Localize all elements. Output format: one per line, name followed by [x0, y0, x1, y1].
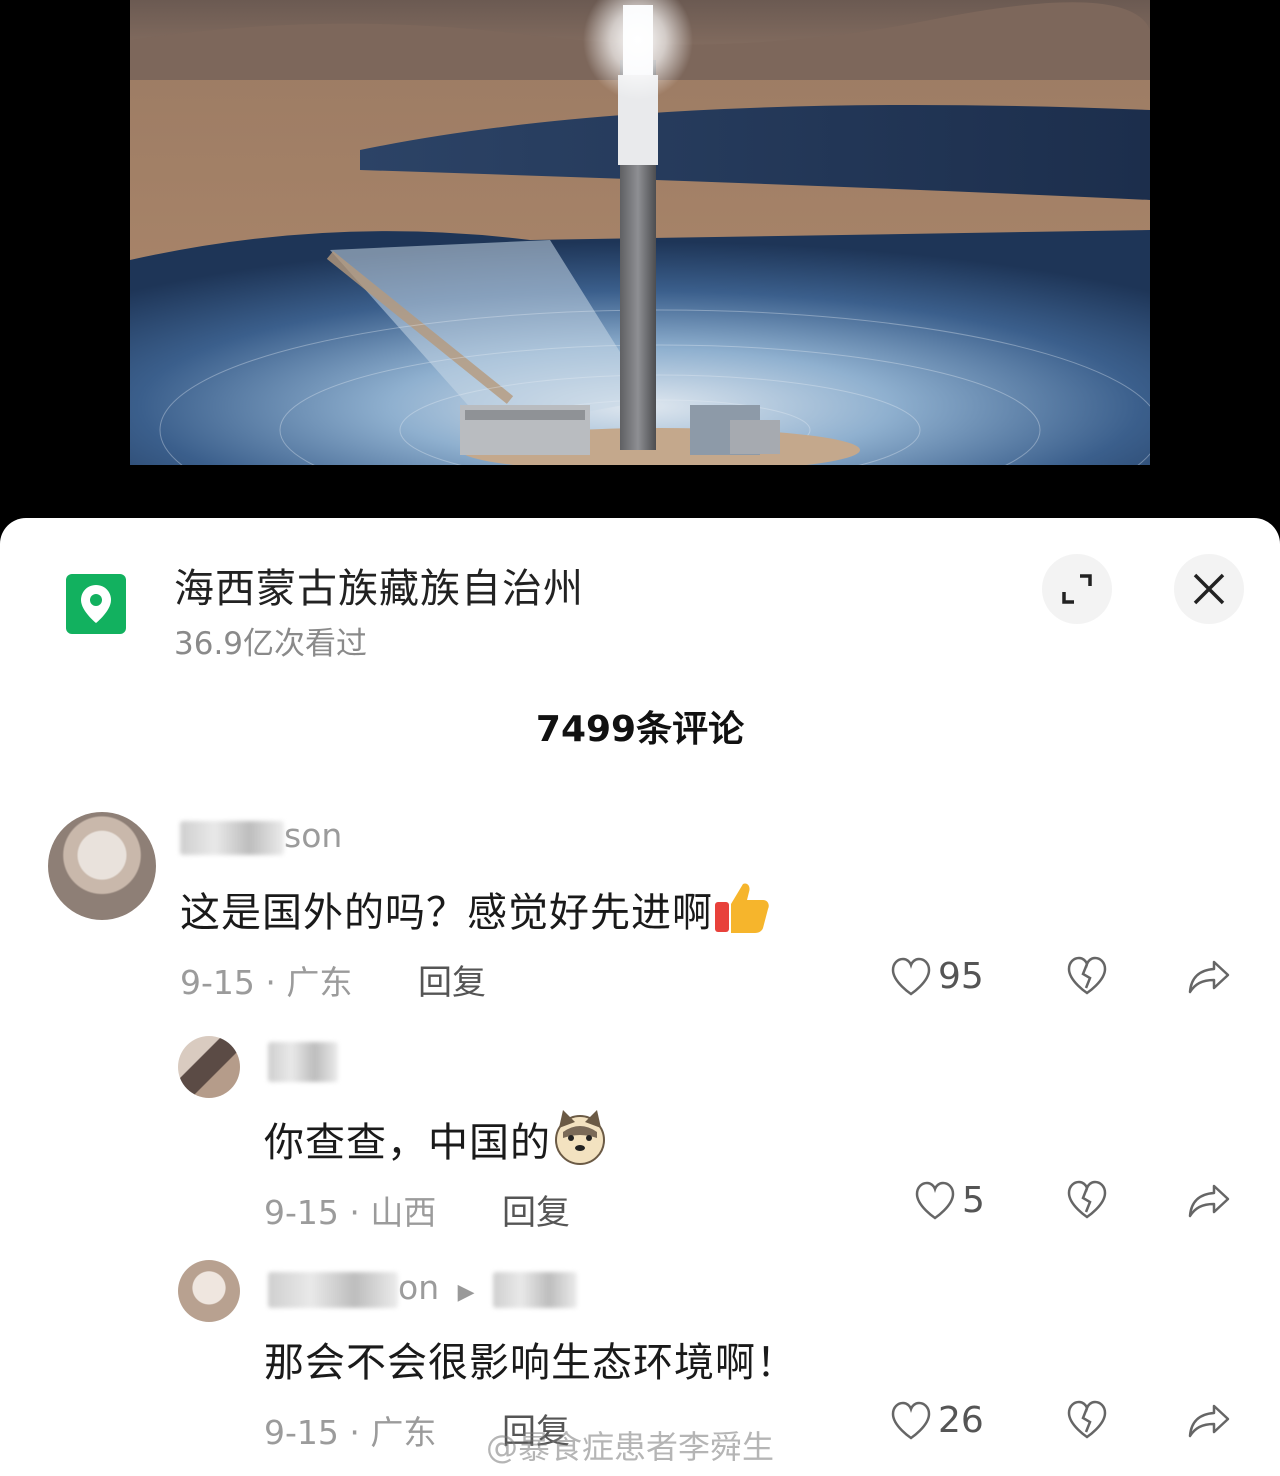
location-title[interactable]: 海西蒙古族藏族自治州 [174, 556, 584, 614]
like-count: 26 [938, 1400, 984, 1441]
heart-icon [915, 1181, 955, 1220]
like-count: 95 [938, 956, 984, 997]
solar-tower-image [130, 0, 1150, 465]
reply-target-username[interactable] [493, 1271, 578, 1308]
share-icon [1188, 1184, 1230, 1218]
like-button[interactable]: 95 [890, 956, 984, 997]
comment-username[interactable]: son [180, 816, 342, 855]
expand-icon [1062, 574, 1092, 604]
share-icon [1188, 1404, 1230, 1438]
avatar[interactable] [178, 1036, 240, 1098]
avatar[interactable] [48, 812, 156, 920]
close-button[interactable] [1174, 554, 1244, 624]
comment-date-region: 9-15 · 山西 [264, 1193, 437, 1232]
broken-heart-icon [1067, 1180, 1107, 1219]
share-button[interactable] [1186, 958, 1232, 1000]
comment-text: 你查查，中国的 [264, 1108, 609, 1168]
reply-button[interactable]: 回复 [418, 955, 486, 1004]
location-views: 36.9亿次看过 [174, 626, 368, 662]
thumbs-up-icon [715, 883, 769, 933]
reply-button[interactable]: 回复 [502, 1185, 570, 1234]
dislike-button[interactable] [1066, 1180, 1108, 1224]
comment-username[interactable] [268, 1040, 338, 1082]
video-player[interactable] [0, 0, 1280, 520]
comment-date-region: 9-15 · 广东 [180, 963, 353, 1002]
comment-date-region: 9-15 · 广东 [264, 1413, 437, 1452]
comment-text: 这是国外的吗？感觉好先进啊 [180, 878, 771, 938]
reply-arrow-icon: ▶ [457, 1280, 475, 1305]
broken-heart-icon [1067, 1400, 1107, 1439]
dislike-button[interactable] [1066, 1400, 1108, 1444]
broken-heart-icon [1067, 956, 1107, 995]
like-button[interactable]: 5 [914, 1180, 985, 1221]
heart-icon [891, 957, 931, 996]
like-count: 5 [962, 1180, 985, 1221]
dislike-button[interactable] [1066, 956, 1108, 1000]
comment-text: 那会不会很影响生态环境啊！ [264, 1340, 797, 1386]
comment-username[interactable]: on ▶ [268, 1268, 578, 1308]
weibo-watermark: @暴食症患者李舜生 [486, 1428, 775, 1466]
share-button[interactable] [1186, 1402, 1232, 1444]
avatar[interactable] [178, 1260, 240, 1322]
heart-icon [891, 1401, 931, 1440]
comment-count: 7499条评论 [535, 709, 745, 750]
like-button[interactable]: 26 [890, 1400, 984, 1441]
close-icon [1193, 573, 1225, 605]
location-pin-icon [66, 574, 126, 634]
expand-button[interactable] [1042, 554, 1112, 624]
share-button[interactable] [1186, 1182, 1232, 1224]
share-icon [1188, 960, 1230, 994]
doge-icon [555, 1110, 605, 1165]
